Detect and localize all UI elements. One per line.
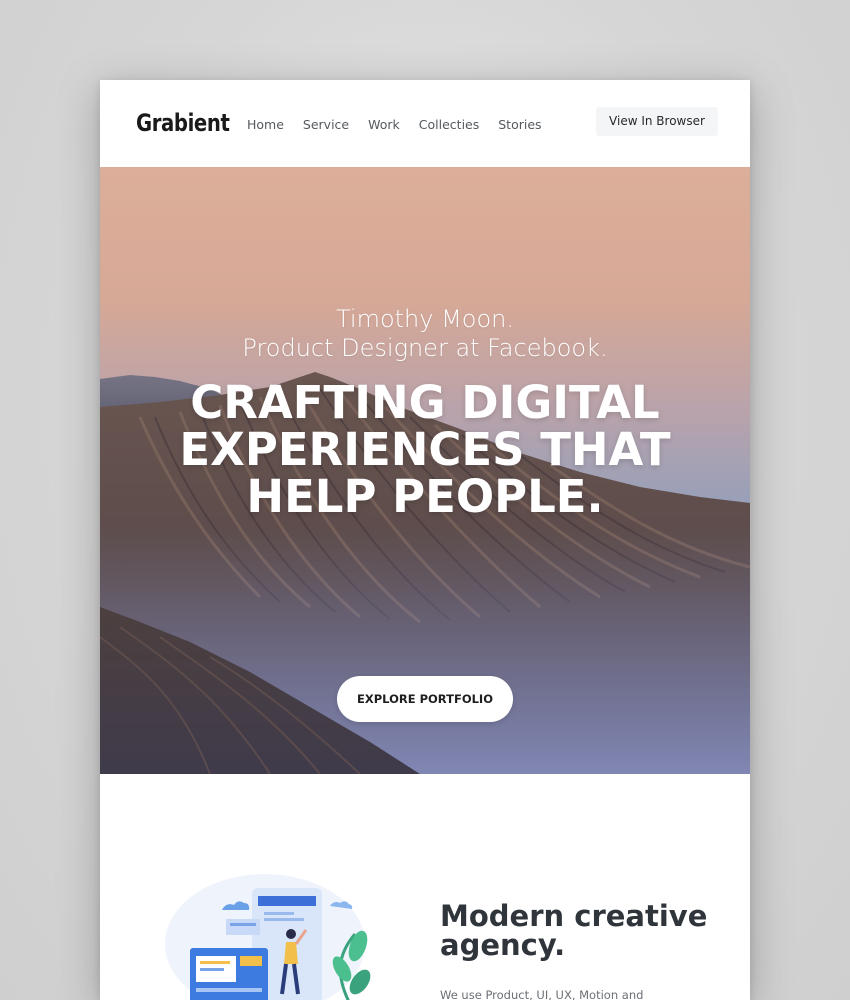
about-heading: Modern creative agency. — [440, 902, 730, 960]
nav-collecties[interactable]: Collecties — [419, 117, 479, 132]
nav-work[interactable]: Work — [368, 117, 400, 132]
nav-home[interactable]: Home — [247, 117, 284, 132]
hero-headline-line: HELP PEOPLE. — [246, 470, 604, 523]
hero-headline: CRAFTING DIGITAL EXPERIENCES THAT HELP P… — [100, 379, 750, 520]
hero-subtitle-name: Timothy Moon. — [335, 305, 515, 333]
logo[interactable]: Grabient — [136, 109, 230, 137]
view-in-browser-button[interactable]: View In Browser — [596, 107, 718, 136]
about-section: Modern creative agency. We use Product, … — [100, 774, 750, 1000]
header: Grabient Home Service Work Collecties St… — [100, 80, 750, 167]
hero-section: Timothy Moon. Product Designer at Facebo… — [100, 167, 750, 774]
nav-stories[interactable]: Stories — [498, 117, 541, 132]
hero-subtitle-role: Product Designer at Facebook. — [242, 334, 608, 362]
nav-service[interactable]: Service — [303, 117, 349, 132]
hero-subtitle: Timothy Moon. Product Designer at Facebo… — [100, 305, 750, 363]
email-preview-card: Grabient Home Service Work Collecties St… — [100, 80, 750, 1000]
about-heading-line: agency. — [440, 928, 566, 962]
designer-at-screen-illustration — [165, 874, 371, 1000]
about-heading-line: Modern creative — [440, 899, 708, 933]
hero-headline-line: CRAFTING DIGITAL — [190, 376, 660, 429]
explore-portfolio-button[interactable]: EXPLORE PORTFOLIO — [337, 676, 513, 722]
about-description: We use Product, UI, UX, Motion and — [440, 988, 644, 1000]
main-nav: Home Service Work Collecties Stories — [247, 117, 542, 132]
hero-headline-line: EXPERIENCES THAT — [179, 423, 671, 476]
